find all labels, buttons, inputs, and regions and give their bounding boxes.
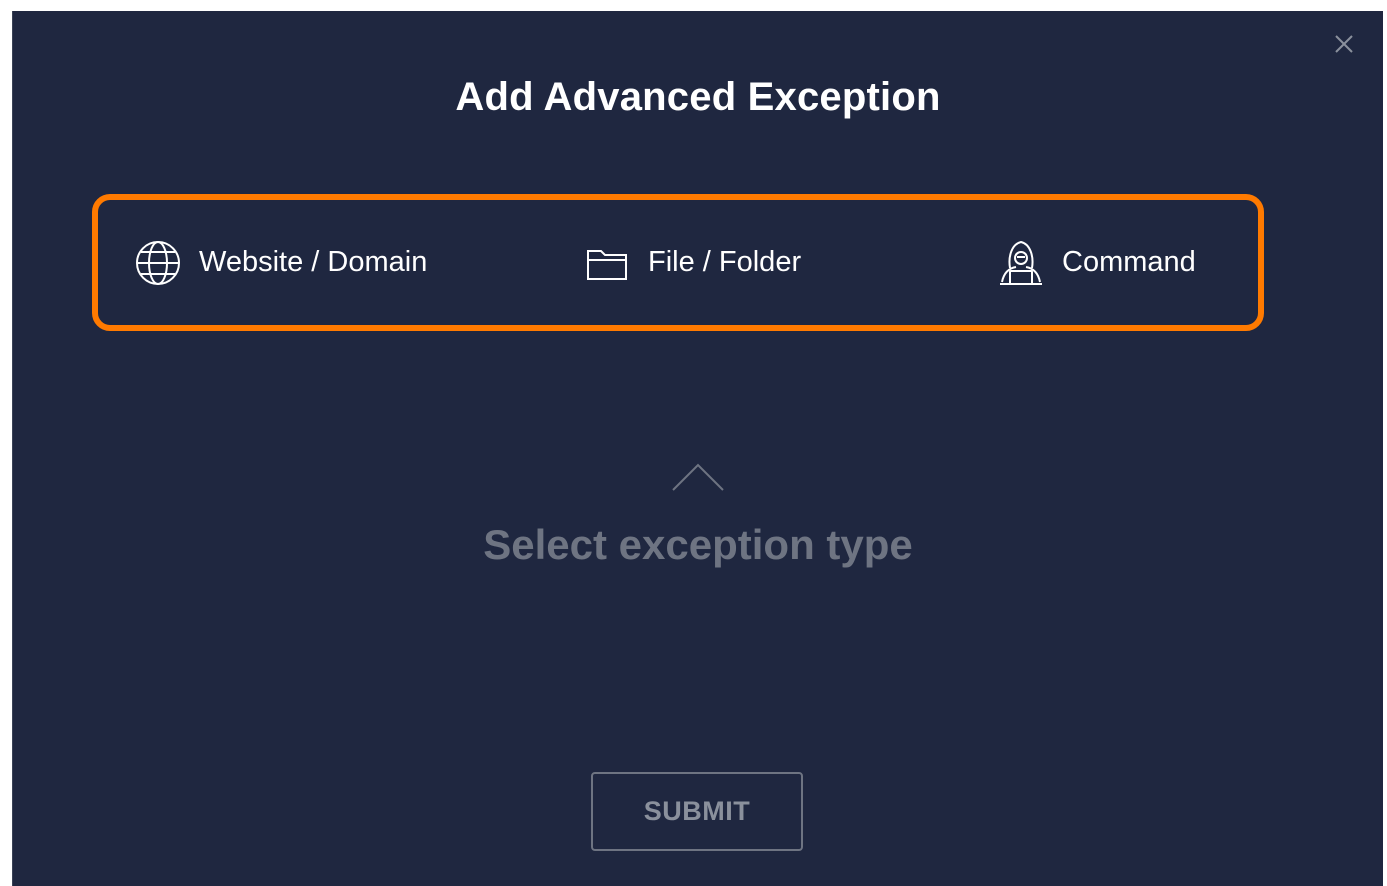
globe-icon <box>133 238 183 288</box>
option-command[interactable]: Command <box>996 200 1196 325</box>
add-exception-dialog: Add Advanced Exception Website / Domain <box>12 11 1383 886</box>
hacker-icon <box>996 238 1046 288</box>
dialog-title: Add Advanced Exception <box>455 75 941 119</box>
selection-prompt: Select exception type <box>13 461 1383 569</box>
option-command-label: Command <box>1062 246 1196 278</box>
chevron-up-icon <box>672 463 724 491</box>
close-icon[interactable] <box>1333 33 1355 55</box>
option-website-domain-label: Website / Domain <box>199 246 428 278</box>
folder-icon <box>582 238 632 288</box>
option-website-domain[interactable]: Website / Domain <box>133 200 427 325</box>
submit-button[interactable]: SUBMIT <box>591 772 803 851</box>
exception-type-selector: Website / Domain File / Folder Command <box>92 194 1264 331</box>
option-file-folder-label: File / Folder <box>648 246 802 278</box>
option-file-folder[interactable]: File / Folder <box>582 200 801 325</box>
prompt-text: Select exception type <box>483 521 913 568</box>
